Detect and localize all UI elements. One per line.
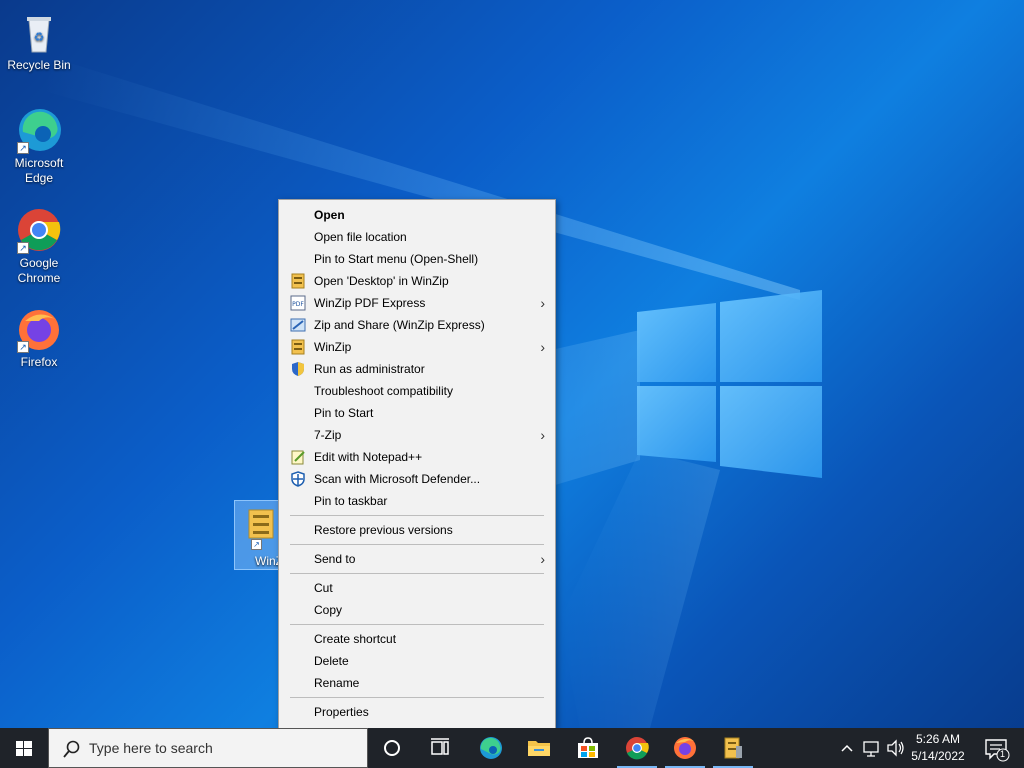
start-button[interactable]	[0, 728, 48, 768]
taskbar-file-explorer-button[interactable]	[515, 728, 563, 768]
cortana-circle-icon	[384, 740, 400, 756]
menu-item-edit-notepad-plus[interactable]: Edit with Notepad++	[281, 446, 553, 468]
pdf-icon: PDF	[290, 295, 306, 311]
action-center-button[interactable]: 1	[980, 728, 1014, 768]
menu-item-delete[interactable]: Delete	[281, 650, 553, 672]
menu-item-rename[interactable]: Rename	[281, 672, 553, 694]
chevron-right-icon: ›	[540, 551, 545, 567]
shortcut-arrow-icon: ↗	[251, 539, 262, 550]
shortcut-arrow-icon: ↗	[17, 341, 29, 353]
winzip-icon	[724, 737, 742, 759]
firefox-icon: ↗	[15, 305, 63, 353]
taskbar-winzip-button[interactable]	[709, 728, 757, 768]
desktop-icon-label: Recycle Bin	[7, 58, 71, 72]
menu-separator	[290, 624, 544, 625]
chrome-icon: ↗	[15, 206, 63, 254]
winzip-icon	[290, 339, 306, 355]
svg-text:PDF: PDF	[292, 301, 304, 308]
task-view-icon	[431, 738, 449, 755]
defender-icon	[290, 471, 306, 487]
show-hidden-icons-button[interactable]	[836, 728, 858, 768]
menu-item-open-file-location[interactable]: Open file location	[281, 226, 553, 248]
windows-logo-icon	[16, 741, 32, 756]
taskbar-edge-button[interactable]	[467, 728, 515, 768]
desktop-icon-recycle-bin[interactable]: ♻ Recycle Bin	[1, 8, 77, 73]
winzip-icon	[248, 509, 274, 542]
menu-item-zip-and-share[interactable]: Zip and Share (WinZip Express)	[281, 314, 553, 336]
chrome-icon	[626, 737, 649, 760]
svg-text:♻: ♻	[34, 30, 45, 44]
menu-item-cut[interactable]: Cut	[281, 577, 553, 599]
menu-item-copy[interactable]: Copy	[281, 599, 553, 621]
menu-item-winzip[interactable]: WinZip ›	[281, 336, 553, 358]
firefox-icon	[674, 737, 696, 759]
notification-icon	[985, 739, 1010, 762]
shortcut-arrow-icon: ↗	[17, 142, 29, 154]
menu-item-pin-to-taskbar[interactable]: Pin to taskbar	[281, 490, 553, 512]
menu-item-pin-to-start[interactable]: Pin to Start	[281, 402, 553, 424]
task-view-button[interactable]	[416, 728, 464, 768]
taskbar-chrome-button[interactable]	[613, 728, 661, 768]
chevron-up-icon	[841, 744, 853, 752]
search-box[interactable]: Type here to search	[48, 728, 368, 768]
store-icon	[578, 737, 598, 758]
network-button[interactable]	[860, 728, 882, 768]
menu-separator	[290, 515, 544, 516]
desktop-icon-winzip-selected[interactable]: ↗ WinZ	[234, 500, 283, 570]
menu-separator	[290, 573, 544, 574]
edge-icon: ↗	[15, 106, 63, 154]
notepad-plus-icon	[290, 449, 306, 465]
menu-item-open-desktop-winzip[interactable]: Open 'Desktop' in WinZip	[281, 270, 553, 292]
menu-item-properties[interactable]: Properties	[281, 701, 553, 723]
desktop-icon-edge[interactable]: ↗ Microsoft Edge	[1, 106, 77, 186]
menu-item-scan-defender[interactable]: Scan with Microsoft Defender...	[281, 468, 553, 490]
desktop-icon-firefox[interactable]: ↗ Firefox	[1, 305, 77, 370]
volume-button[interactable]	[884, 728, 906, 768]
recycle-bin-icon: ♻	[15, 8, 63, 56]
taskbar: Type here to search 5:26 AM 5/14/2022 1	[0, 728, 1024, 768]
menu-separator	[290, 697, 544, 698]
menu-item-pin-start-open-shell[interactable]: Pin to Start menu (Open-Shell)	[281, 248, 553, 270]
winzip-icon	[290, 273, 306, 289]
file-explorer-icon	[528, 741, 550, 756]
desktop-icon-label: Microsoft Edge	[14, 156, 64, 185]
menu-item-winzip-pdf-express[interactable]: PDF WinZip PDF Express ›	[281, 292, 553, 314]
zip-share-icon	[290, 317, 306, 333]
edge-icon	[480, 737, 502, 759]
desktop-icon-chrome[interactable]: ↗ Google Chrome	[1, 206, 77, 286]
chevron-right-icon: ›	[540, 339, 545, 355]
desktop-icon-label: Google Chrome	[17, 256, 61, 285]
chevron-right-icon: ›	[540, 427, 545, 443]
context-menu: Open Open file location Pin to Start men…	[278, 199, 556, 729]
desktop-icon-label: Firefox	[20, 355, 58, 369]
menu-item-run-as-administrator[interactable]: Run as administrator	[281, 358, 553, 380]
menu-item-send-to[interactable]: Send to ›	[281, 548, 553, 570]
taskbar-firefox-button[interactable]	[661, 728, 709, 768]
uac-shield-icon	[290, 361, 306, 377]
search-icon	[63, 740, 80, 758]
clock-time: 5:26 AM	[915, 732, 961, 746]
search-placeholder: Type here to search	[89, 740, 213, 756]
shortcut-arrow-icon: ↗	[17, 242, 29, 254]
notification-count-badge: 1	[1000, 749, 1006, 759]
clock-date: 5/14/2022	[911, 749, 965, 763]
chevron-right-icon: ›	[540, 295, 545, 311]
menu-item-create-shortcut[interactable]: Create shortcut	[281, 628, 553, 650]
network-icon	[863, 741, 879, 757]
menu-item-restore-previous-versions[interactable]: Restore previous versions	[281, 519, 553, 541]
menu-item-open[interactable]: Open	[281, 204, 553, 226]
menu-separator	[290, 544, 544, 545]
taskbar-store-button[interactable]	[564, 728, 612, 768]
taskbar-clock[interactable]: 5:26 AM 5/14/2022	[905, 731, 971, 765]
menu-item-troubleshoot-compatibility[interactable]: Troubleshoot compatibility	[281, 380, 553, 402]
speaker-icon	[887, 739, 904, 757]
cortana-button[interactable]	[368, 728, 416, 768]
menu-item-7zip[interactable]: 7-Zip ›	[281, 424, 553, 446]
